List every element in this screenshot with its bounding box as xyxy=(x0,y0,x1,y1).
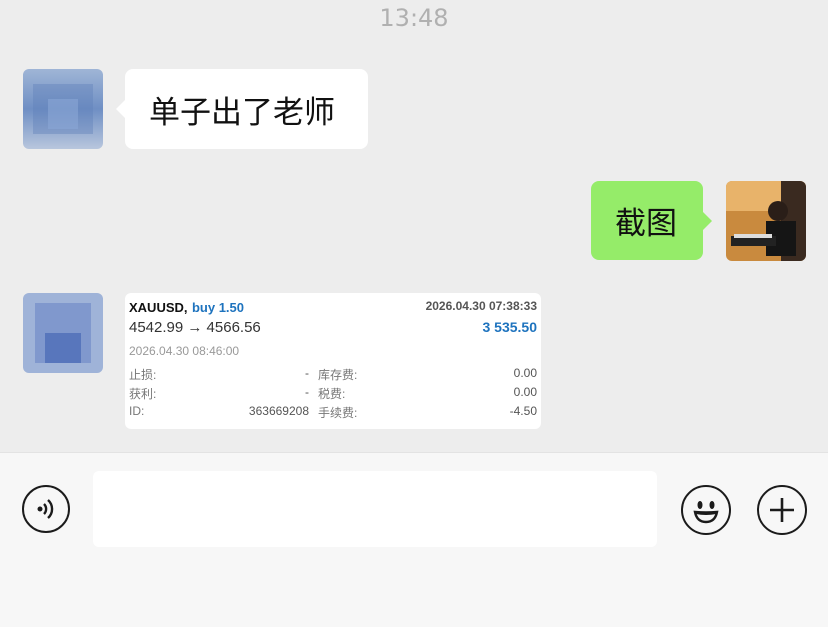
tax-row: 税费: 0.00 xyxy=(318,385,537,402)
swap-value: 0.00 xyxy=(513,366,537,380)
emoji-button[interactable] xyxy=(681,485,731,535)
outgoing-message-bubble[interactable]: 截图 xyxy=(591,181,703,260)
swap-label: 库存费: xyxy=(318,368,358,382)
message-text: 单子出了老师 xyxy=(149,94,335,131)
take-profit-label: 获利: xyxy=(129,387,157,401)
message-input[interactable] xyxy=(93,471,657,547)
commission-label: 手续费: xyxy=(318,406,358,420)
contact-avatar[interactable] xyxy=(23,293,103,373)
id-value: 363669208 xyxy=(248,404,309,418)
close-time: 2026.04.30 08:46:00 xyxy=(129,344,240,358)
message-text: 截图 xyxy=(615,206,677,242)
bubble-tail xyxy=(116,100,125,118)
trade-screenshot-card[interactable]: XAUUSD, buy 1.50 2026.04.30 07:38:33 454… xyxy=(125,293,541,429)
chat-input-bar xyxy=(0,452,828,627)
trade-prices: 4542.99 → 4566.56 xyxy=(129,319,261,336)
trade-profit: 3 535.50 xyxy=(482,319,538,335)
voice-icon xyxy=(37,499,54,519)
voice-button[interactable] xyxy=(22,485,70,533)
plus-icon xyxy=(770,498,794,522)
trade-side: buy 1.50 xyxy=(191,300,244,315)
stop-loss-value: - xyxy=(305,366,309,380)
tax-value: 0.00 xyxy=(513,385,537,399)
id-row: ID: 363669208 xyxy=(129,404,309,418)
open-time: 2026.04.30 07:38:33 xyxy=(425,299,537,313)
stop-loss-row: 止损: - xyxy=(129,366,309,383)
take-profit-row: 获利: - xyxy=(129,385,309,402)
my-avatar[interactable] xyxy=(726,181,806,261)
swap-row: 库存费: 0.00 xyxy=(318,366,537,383)
commission-row: 手续费: -4.50 xyxy=(318,404,537,421)
more-button[interactable] xyxy=(757,485,807,535)
id-label: ID: xyxy=(129,404,145,418)
emoji-icon xyxy=(693,501,719,524)
commission-value: -4.50 xyxy=(509,404,537,418)
incoming-message-bubble[interactable]: 单子出了老师 xyxy=(125,69,368,149)
trade-symbol: XAUUSD, xyxy=(129,300,188,315)
stop-loss-label: 止损: xyxy=(129,368,157,382)
contact-avatar[interactable] xyxy=(23,69,103,149)
bubble-tail xyxy=(703,212,712,230)
tax-label: 税费: xyxy=(318,387,346,401)
take-profit-value: - xyxy=(305,385,309,399)
message-timestamp: 13:48 xyxy=(379,4,449,32)
